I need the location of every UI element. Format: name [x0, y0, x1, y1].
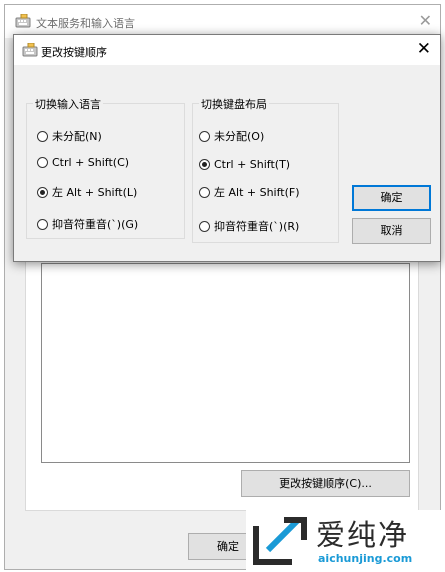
radio-selected-icon [37, 186, 48, 198]
switch-input-language-group: 切换输入语言 未分配(N) Ctrl + Shift(C) 左 Alt + Sh… [26, 96, 185, 239]
change-key-sequence-button[interactable]: 更改按键顺序(C)... [241, 470, 410, 497]
radio-icon [199, 220, 210, 232]
radio-not-assigned[interactable]: 未分配(N) [37, 128, 102, 144]
radio-grave-accent[interactable]: 抑音符重音(`)(G) [37, 216, 138, 232]
radio-not-assigned[interactable]: 未分配(O) [199, 128, 264, 144]
ok-button[interactable]: 确定 [352, 185, 431, 211]
radio-icon [37, 218, 48, 230]
window-title: 文本服务和输入语言 [36, 17, 135, 30]
watermark: 爱纯净 aichunjing.com [246, 510, 442, 570]
language-list[interactable] [41, 263, 410, 463]
radio-icon [199, 130, 210, 142]
keyboard-icon [15, 13, 31, 31]
radio-left-alt-shift[interactable]: 左 Alt + Shift(F) [199, 184, 300, 200]
group-label: 切换输入语言 [33, 96, 103, 112]
keyboard-icon [22, 42, 38, 60]
dialog-title: 更改按键顺序 [41, 46, 107, 59]
dialog-title-bar: 更改按键顺序 ✕ [14, 35, 440, 65]
brand-logo-icon [248, 516, 310, 571]
radio-icon [37, 157, 48, 168]
group-label: 切换键盘布局 [199, 96, 269, 112]
switch-keyboard-layout-group: 切换键盘布局 未分配(O) Ctrl + Shift(T) 左 Alt + Sh… [192, 96, 339, 243]
radio-selected-icon [199, 159, 210, 170]
radio-grave-accent[interactable]: 抑音符重音(`)(R) [199, 218, 299, 234]
radio-ctrl-shift[interactable]: Ctrl + Shift(C) [37, 156, 129, 169]
close-icon[interactable]: ✕ [419, 11, 432, 30]
watermark-brand: 爱纯净 [316, 518, 410, 552]
cancel-button[interactable]: 取消 [352, 218, 431, 244]
change-key-sequence-dialog: 更改按键顺序 ✕ 切换输入语言 未分配(N) Ctrl + Shift(C) 左… [13, 34, 441, 262]
radio-icon [199, 186, 210, 198]
radio-icon [37, 130, 48, 142]
radio-left-alt-shift[interactable]: 左 Alt + Shift(L) [37, 184, 137, 200]
close-icon[interactable]: ✕ [417, 39, 431, 59]
watermark-url: aichunjing.com [318, 552, 413, 565]
radio-ctrl-shift[interactable]: Ctrl + Shift(T) [199, 158, 290, 171]
